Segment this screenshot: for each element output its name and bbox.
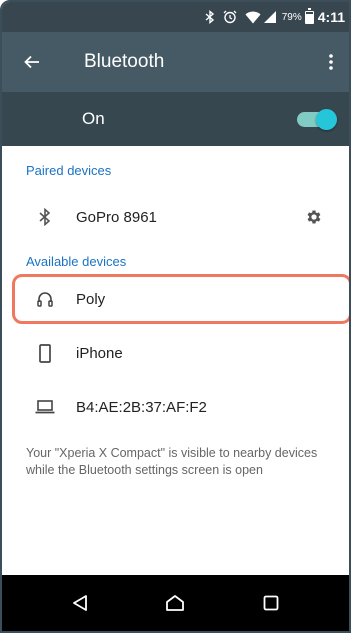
app-bar: Bluetooth bbox=[2, 32, 349, 92]
device-settings-button[interactable] bbox=[279, 208, 349, 226]
bluetooth-switch[interactable] bbox=[297, 108, 337, 130]
headset-icon bbox=[2, 291, 82, 307]
back-button[interactable] bbox=[2, 32, 62, 92]
clock: 4:11 bbox=[317, 9, 345, 25]
paired-device-gopro[interactable]: GoPro 8961 bbox=[2, 190, 349, 244]
device-name: iPhone bbox=[76, 344, 123, 362]
available-device-iphone[interactable]: iPhone bbox=[2, 326, 349, 380]
paired-devices-header: Paired devices bbox=[26, 163, 112, 178]
device-name: GoPro 8961 bbox=[76, 208, 157, 226]
wifi-icon bbox=[245, 11, 261, 24]
more-options-button[interactable] bbox=[313, 32, 349, 92]
available-device-poly[interactable]: Poly bbox=[2, 272, 349, 326]
laptop-icon bbox=[2, 400, 82, 414]
phone-icon bbox=[2, 343, 82, 363]
visibility-note: Your "Xperia X Compact" is visible to ne… bbox=[26, 446, 318, 477]
signal-icon bbox=[263, 11, 276, 23]
battery-icon bbox=[304, 7, 314, 24]
system-navigation-bar bbox=[2, 575, 349, 631]
switch-knob bbox=[316, 108, 337, 130]
alarm-icon bbox=[223, 10, 237, 24]
home-icon bbox=[166, 595, 185, 611]
available-device-mac-address[interactable]: B4:AE:2B:37:AF:F2 bbox=[2, 380, 349, 434]
bluetooth-icon bbox=[205, 10, 215, 24]
back-triangle-icon bbox=[72, 595, 87, 611]
nav-back-button[interactable] bbox=[50, 575, 110, 631]
device-name: B4:AE:2B:37:AF:F2 bbox=[76, 398, 207, 416]
device-name: Poly bbox=[76, 290, 106, 308]
toggle-label: On bbox=[82, 109, 105, 128]
bluetooth-toggle-row[interactable]: On bbox=[2, 92, 349, 146]
nav-home-button[interactable] bbox=[145, 575, 205, 631]
page-title: Bluetooth bbox=[84, 51, 165, 72]
nav-recents-button[interactable] bbox=[241, 575, 301, 631]
battery-percent: 79% bbox=[281, 11, 302, 23]
recents-icon bbox=[263, 595, 279, 611]
status-bar: 79% 4:11 bbox=[2, 2, 349, 32]
available-devices-header: Available devices bbox=[26, 254, 127, 269]
phone-screen: 79% 4:11 Bluetooth On Paired devices GoP… bbox=[0, 0, 351, 633]
gear-icon bbox=[307, 210, 321, 224]
bluetooth-icon bbox=[2, 208, 82, 226]
arrow-left-icon bbox=[24, 55, 39, 69]
more-vert-icon bbox=[329, 54, 333, 70]
